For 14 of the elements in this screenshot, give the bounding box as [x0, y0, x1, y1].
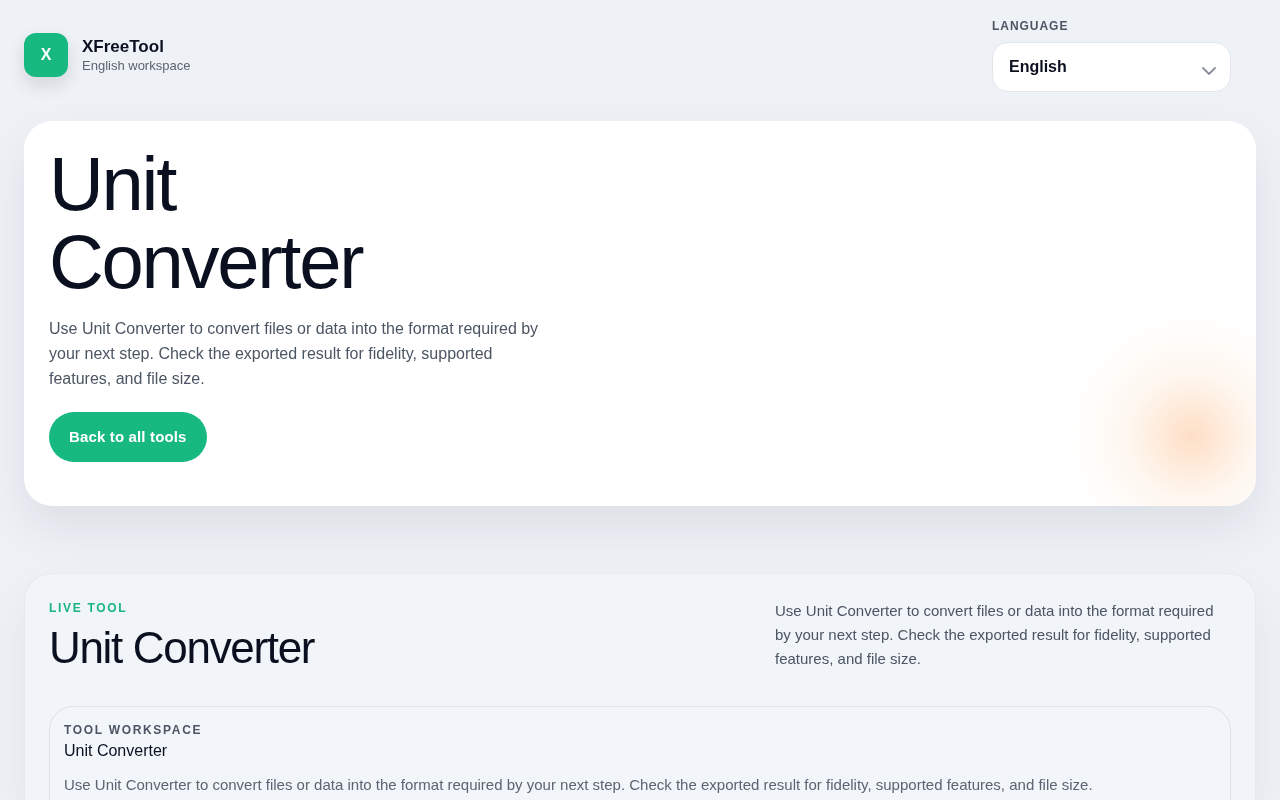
hero-description: Use Unit Converter to convert files or data into the format required by your next step. Check the exported result for fidelity, supported features, and file size. [49, 319, 540, 389]
language-select[interactable]: English [992, 42, 1231, 92]
workspace-eyebrow: TOOL WORKSPACE [64, 722, 204, 738]
hero-title: Unit Converter [49, 145, 364, 301]
workspace-title: Unit Converter [64, 741, 169, 761]
live-tool-description: Use Unit Converter to convert files or data into the format required by your next step. Check the exported result for fidelity, supported features, and file size. [775, 601, 1215, 669]
chevron-down-icon [1202, 67, 1216, 75]
language-label: LANGUAGE [992, 18, 1070, 34]
brand-name: XFreeTool [82, 36, 165, 57]
workspace-description: Use Unit Converter to convert files or data into the format required by your next step. Check the exported result for fidelity, supported features, and file size. [64, 775, 1094, 795]
logo-tile: X [24, 33, 68, 77]
brand-subtitle: English workspace [82, 57, 191, 74]
live-tool-eyebrow: LIVE TOOL [49, 600, 129, 616]
live-tool-title: Unit Converter [49, 622, 315, 674]
